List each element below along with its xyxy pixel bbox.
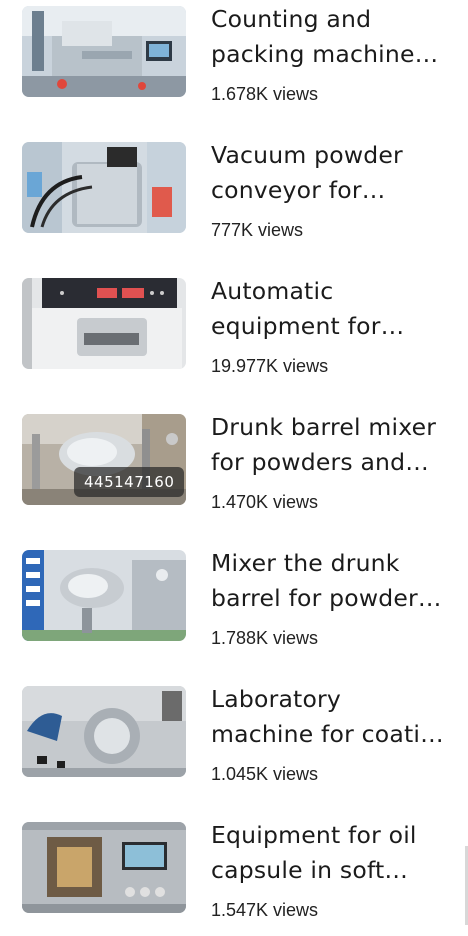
video-item[interactable]: Laboratory machine for coating tablets 1…: [0, 680, 468, 800]
video-title[interactable]: Laboratory machine for coating tablets: [211, 682, 451, 752]
video-list: Counting and packing machine for tablets…: [0, 0, 468, 925]
view-count: 777K views: [211, 220, 304, 240]
video-item[interactable]: Counting and packing machine for tablets…: [0, 0, 468, 120]
video-item[interactable]: Equipment for oil capsule in soft gelati…: [0, 816, 468, 936]
view-count: 1.788K views: [211, 628, 319, 648]
video-item[interactable]: Vacuum powder conveyor for pharmaceutica…: [0, 136, 468, 256]
counting-machine-thumbnail[interactable]: [22, 6, 186, 97]
view-count: 19.977K views: [211, 356, 329, 376]
clip-id-badge: 445147160: [74, 467, 185, 497]
barrel-mixer-thumbnail[interactable]: 445147160: [22, 414, 186, 505]
view-count: 1.470K views: [211, 492, 319, 512]
video-title[interactable]: Automatic equipment for testing tablet h…: [211, 274, 451, 344]
view-count: 1.045K views: [211, 764, 319, 784]
vacuum-conveyor-thumbnail[interactable]: [22, 142, 186, 233]
video-item[interactable]: 445147160 Drunk barrel mixer for powders…: [0, 408, 468, 528]
video-title[interactable]: Mixer the drunk barrel for powders and g…: [211, 546, 451, 616]
video-item[interactable]: Mixer the drunk barrel for powders and g…: [0, 544, 468, 664]
coating-machine-thumbnail[interactable]: [22, 686, 186, 777]
view-count: 1.678K views: [211, 84, 319, 104]
softgel-machine-thumbnail[interactable]: [22, 822, 186, 913]
view-count: 1.547K views: [211, 900, 319, 920]
drum-mixer-thumbnail[interactable]: [22, 550, 186, 641]
video-title[interactable]: Equipment for oil capsule in soft gelati…: [211, 818, 451, 888]
video-item[interactable]: Automatic equipment for testing tablet h…: [0, 272, 468, 392]
video-title[interactable]: Drunk barrel mixer for powders and granu…: [211, 410, 451, 480]
video-title[interactable]: Vacuum powder conveyor for pharmaceutica…: [211, 138, 451, 208]
video-title[interactable]: Counting and packing machine for tablets…: [211, 2, 451, 72]
tablet-tester-thumbnail[interactable]: [22, 278, 186, 369]
